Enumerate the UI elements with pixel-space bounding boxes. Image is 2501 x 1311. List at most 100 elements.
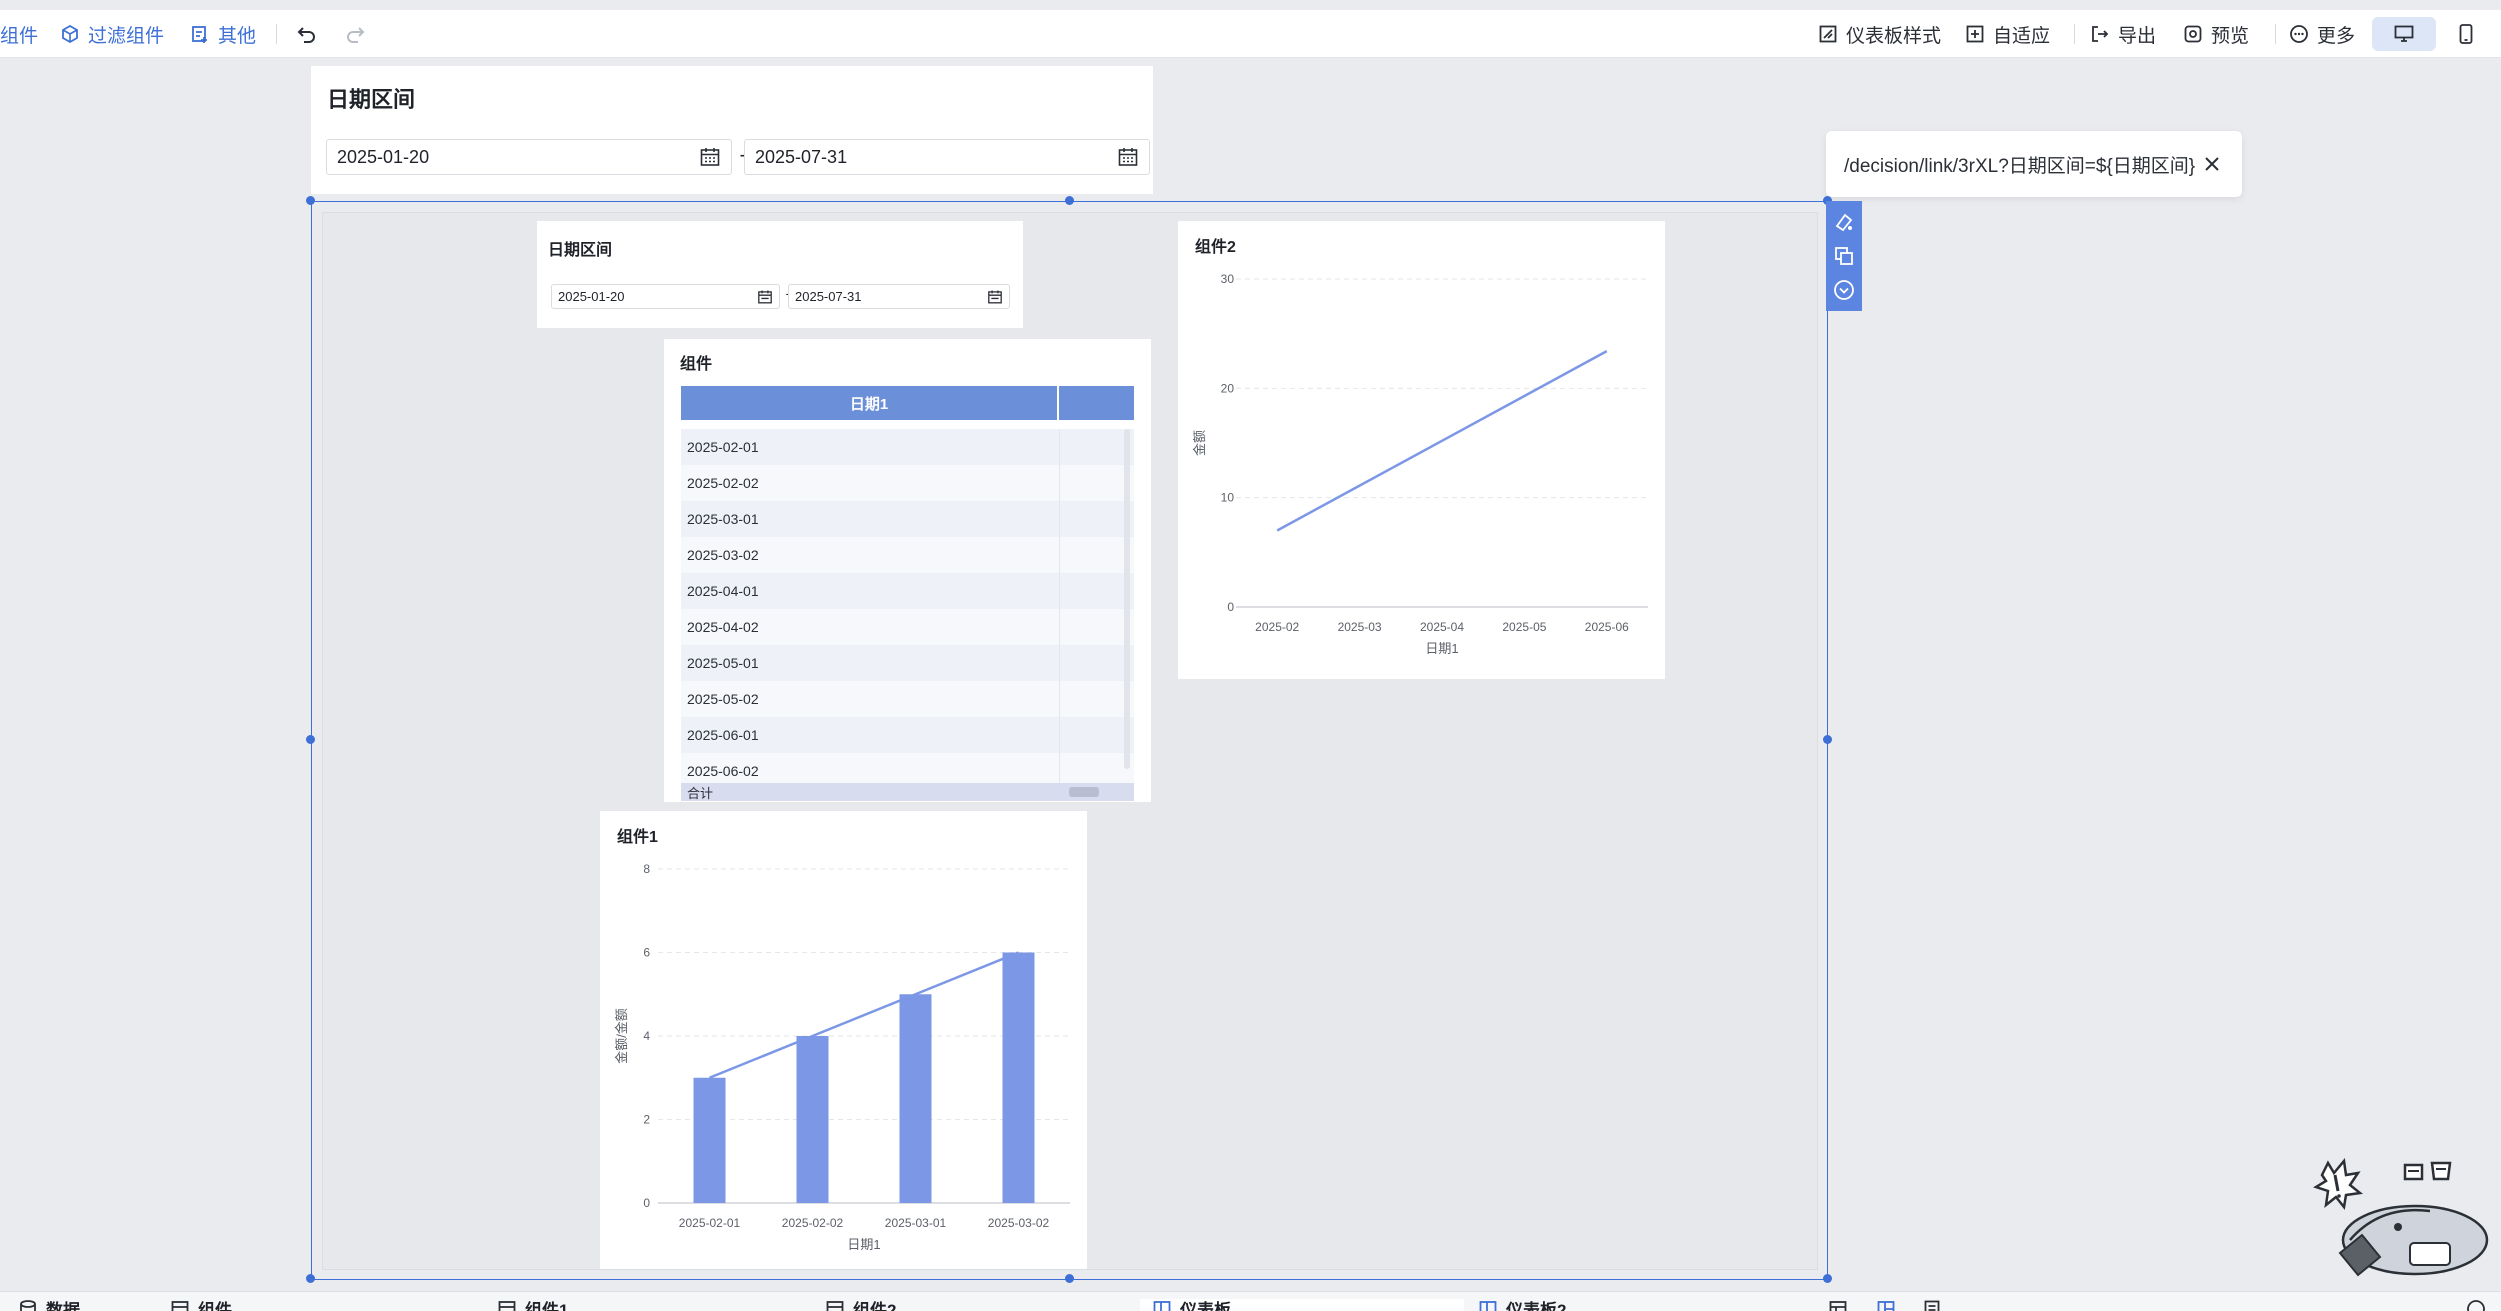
series-line bbox=[709, 951, 1019, 1079]
widget-title: 组件 bbox=[680, 356, 713, 373]
link-url-text[interactable]: /decision/link/3rXL?日期区间=${日期区间} bbox=[1844, 151, 2195, 178]
inner-date-range-filter[interactable]: 日期区间 2025-01-20 - 2025-07-31 bbox=[537, 221, 1023, 328]
redo-button[interactable] bbox=[344, 10, 366, 58]
mobile-view-button[interactable] bbox=[2446, 17, 2486, 51]
toolbar-other-button[interactable]: 其他 bbox=[190, 10, 256, 58]
column-divider bbox=[1059, 681, 1060, 717]
table-row[interactable]: 2025-03-01 bbox=[681, 501, 1134, 537]
table-row[interactable]: 2025-04-02 bbox=[681, 609, 1134, 645]
table-row[interactable]: 2025-05-02 bbox=[681, 681, 1134, 717]
dashboard-add-icon bbox=[1877, 1301, 1895, 1311]
x-tick-label: 2025-04 bbox=[1420, 620, 1464, 634]
table-cell-date: 2025-03-02 bbox=[687, 547, 759, 563]
add-table-sheet-button[interactable] bbox=[1828, 1299, 1852, 1311]
column-divider bbox=[1059, 573, 1060, 609]
column-divider bbox=[1059, 717, 1060, 753]
table-cell-date: 2025-02-02 bbox=[687, 475, 759, 491]
undo-button[interactable] bbox=[296, 10, 318, 58]
sheet-label: 组件2 bbox=[853, 1301, 897, 1311]
toolbar-filter-component-button[interactable]: 过滤组件 bbox=[60, 10, 164, 58]
table-cell-date: 2025-05-02 bbox=[687, 691, 759, 707]
table-cell-date: 2025-06-01 bbox=[687, 727, 759, 743]
export-label: 导出 bbox=[2118, 25, 2157, 47]
sheet-tab-dashboard[interactable]: 仪表板 bbox=[1140, 1299, 1464, 1311]
bar-chart: 0 2 4 6 8 2025-02-01 2025-02-02 2025-03-01 2025-… bbox=[614, 862, 1070, 1252]
resize-handle-bottom-right[interactable] bbox=[1823, 1274, 1832, 1283]
calendar-icon bbox=[1118, 148, 1138, 166]
toolbar-component-button[interactable]: 组件 bbox=[0, 10, 38, 58]
desktop-view-button[interactable] bbox=[2372, 17, 2436, 51]
table-row[interactable]: 2025-03-02 bbox=[681, 537, 1134, 573]
resize-handle-right[interactable] bbox=[1823, 735, 1832, 744]
toolbar-divider bbox=[2074, 24, 2075, 44]
outer-date-range-filter[interactable]: 日期区间 2025-01-20 - 2025-07-31 bbox=[311, 66, 1153, 194]
filter-title: 日期区间 bbox=[548, 242, 613, 259]
add-dashboard-sheet-button[interactable] bbox=[1876, 1299, 1900, 1311]
add-report-sheet-button[interactable] bbox=[1922, 1299, 1946, 1311]
more-label: 更多 bbox=[2317, 25, 2356, 47]
adaptive-button[interactable]: 自适应 bbox=[1965, 10, 2050, 58]
x-tick-label: 2025-03-02 bbox=[988, 1216, 1050, 1230]
table-row[interactable]: 2025-02-02 bbox=[681, 465, 1134, 501]
sheet-tab-component2[interactable]: 组件2 bbox=[825, 1299, 1130, 1311]
report-sheet-icon bbox=[1924, 1300, 1940, 1311]
line-chart-widget[interactable]: 组件2 0 10 20 30 2025-02 2025-03 2025-04 2025-05 2… bbox=[1178, 221, 1665, 679]
sheet-tab-data[interactable]: 数据 bbox=[18, 1299, 168, 1311]
table-scrollbar[interactable] bbox=[1124, 429, 1130, 769]
y-tick-label: 30 bbox=[1221, 272, 1235, 286]
x-tick-label: 2025-03 bbox=[1338, 620, 1382, 634]
sheet-tab-component[interactable]: 组件 bbox=[170, 1299, 475, 1311]
start-date-value: 2025-01-20 bbox=[337, 146, 430, 167]
table-row[interactable]: 2025-05-01 bbox=[681, 645, 1134, 681]
table-widget[interactable]: 组件 日期1 2025-02-01 2025-02-02 2025-03-01 202… bbox=[664, 339, 1151, 802]
resize-handle-top[interactable] bbox=[1065, 196, 1074, 205]
more-icon bbox=[2290, 25, 2308, 43]
x-axis-label: 日期1 bbox=[1425, 641, 1458, 656]
help-button[interactable] bbox=[2466, 1299, 2490, 1311]
more-button[interactable]: 更多 bbox=[2289, 10, 2355, 58]
desktop-icon bbox=[2394, 25, 2414, 42]
end-date-input[interactable]: 2025-07-31 bbox=[744, 139, 1150, 175]
table-cell-date: 2025-04-01 bbox=[687, 583, 759, 599]
calendar-icon bbox=[988, 289, 1002, 303]
mascot-illustration bbox=[2313, 1158, 2489, 1277]
edit-style-icon[interactable] bbox=[1833, 211, 1855, 233]
sheet-tab-component1[interactable]: 组件1 bbox=[497, 1299, 802, 1311]
y-tick-label: 8 bbox=[643, 862, 650, 876]
preview-button[interactable]: 预览 bbox=[2183, 10, 2249, 58]
start-date-input[interactable]: 2025-01-20 bbox=[326, 139, 732, 175]
summary-label: 合计 bbox=[687, 786, 714, 801]
y-tick-label: 0 bbox=[1227, 600, 1234, 614]
y-axis-label: 金额/金额 bbox=[614, 1008, 629, 1064]
table-row[interactable]: 2025-04-01 bbox=[681, 573, 1134, 609]
link-url-editor[interactable]: /decision/link/3rXL?日期区间=${日期区间} bbox=[1826, 131, 2242, 197]
resize-handle-top-left[interactable] bbox=[306, 196, 315, 205]
column-header-date1[interactable]: 日期1 bbox=[681, 386, 1059, 420]
chevron-down-icon[interactable] bbox=[1833, 279, 1855, 301]
dashboard-style-button[interactable]: 仪表板样式 bbox=[1818, 10, 1941, 58]
end-date-input[interactable]: 2025-07-31 bbox=[788, 284, 1010, 309]
start-date-value: 2025-01-20 bbox=[558, 289, 625, 304]
redo-icon bbox=[347, 27, 365, 43]
table-row[interactable]: 2025-06-01 bbox=[681, 717, 1134, 753]
resize-handle-bottom-left[interactable] bbox=[306, 1274, 315, 1283]
y-axis-label: 金额 bbox=[1192, 430, 1207, 456]
resize-handle-bottom[interactable] bbox=[1065, 1274, 1074, 1283]
export-icon bbox=[2092, 26, 2109, 42]
container-canvas: 日期区间 2025-01-20 - 2025-07-31 组件 日期1 2025… bbox=[322, 212, 1818, 1270]
close-icon[interactable] bbox=[2202, 154, 2222, 174]
sheet-tab-dashboard2[interactable]: 仪表板2 bbox=[1478, 1299, 1778, 1311]
component-sheet-icon bbox=[498, 1301, 516, 1311]
selected-tab-container[interactable]: 日期区间 2025-01-20 - 2025-07-31 组件 日期1 2025… bbox=[306, 196, 1832, 1283]
calendar-icon bbox=[758, 289, 772, 303]
table-row[interactable]: 2025-02-01 bbox=[681, 429, 1134, 465]
resize-handle-left[interactable] bbox=[306, 735, 315, 744]
series-line bbox=[1276, 350, 1608, 532]
adaptive-icon bbox=[1966, 25, 1984, 43]
export-button[interactable]: 导出 bbox=[2090, 10, 2156, 58]
bar-chart-widget[interactable]: 组件1 0 2 4 6 8 2025-02-01 2025-02-02 2025-03-01 2… bbox=[600, 811, 1087, 1269]
copy-icon[interactable] bbox=[1833, 245, 1855, 267]
column-divider bbox=[1059, 609, 1060, 645]
start-date-input[interactable]: 2025-01-20 bbox=[551, 284, 780, 309]
table-horizontal-scrollbar[interactable] bbox=[1069, 787, 1099, 797]
